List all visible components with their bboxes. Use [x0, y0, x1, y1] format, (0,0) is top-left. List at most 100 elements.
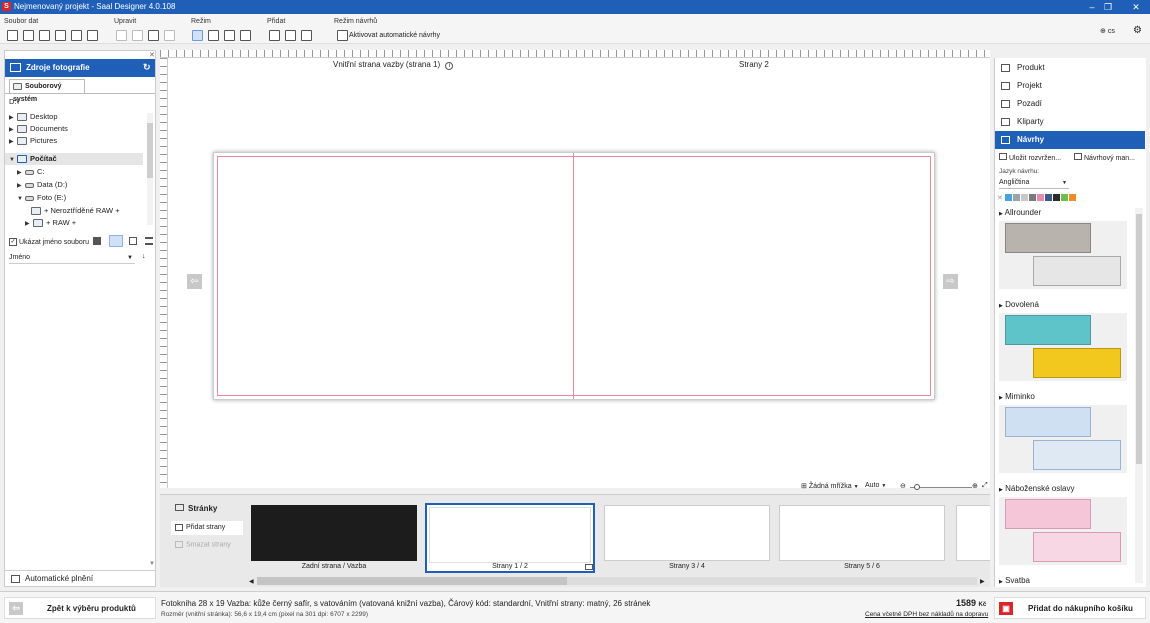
sort-direction-icon[interactable]: ↓	[142, 253, 146, 260]
paste-icon[interactable]	[164, 30, 175, 41]
open-folder-icon[interactable]	[23, 30, 34, 41]
zoom-out-icon[interactable]: ⊖	[900, 482, 906, 490]
pan-hand-icon[interactable]	[208, 30, 219, 41]
view-medium-icon[interactable]	[109, 235, 123, 247]
nav-background[interactable]: Pozadí	[995, 95, 1145, 113]
page-thumb-5-6[interactable]	[779, 505, 945, 561]
color-swatch[interactable]	[1069, 194, 1076, 201]
strip-scroll-right-icon[interactable]: ▶	[980, 578, 985, 585]
view-large-icon[interactable]	[93, 237, 101, 245]
nav-project[interactable]: Projekt	[995, 77, 1145, 95]
color-swatch[interactable]	[1045, 194, 1052, 201]
tree-item-raw[interactable]: ▶ + RAW +	[25, 217, 76, 229]
color-swatch[interactable]	[1021, 194, 1028, 201]
show-filename-checkbox[interactable]: ✓	[9, 238, 17, 246]
template-language-select[interactable]: Angličtina ▼	[999, 177, 1069, 189]
color-swatch[interactable]	[1037, 194, 1044, 201]
tree-scrollbar[interactable]	[147, 113, 153, 225]
tree-item-drive-c[interactable]: ▶ C:	[17, 166, 45, 178]
template-preview[interactable]	[999, 497, 1127, 565]
nav-product[interactable]: Produkt	[995, 59, 1145, 77]
settings-gear-icon[interactable]: ⚙	[1133, 25, 1142, 36]
tree-item-computer[interactable]: ▼ Počítač	[5, 153, 143, 165]
print-icon[interactable]	[87, 30, 98, 41]
strip-scrollbar[interactable]	[257, 577, 977, 585]
zoom-select[interactable]: Auto ▼	[865, 482, 886, 489]
view-small-icon[interactable]	[129, 237, 137, 245]
next-page-arrow-icon[interactable]: ⇨	[943, 274, 958, 289]
category-baby[interactable]: ▶ Miminko	[995, 391, 1132, 479]
tree-scroll-thumb[interactable]	[147, 123, 153, 178]
page-thumb-cover[interactable]	[251, 505, 417, 561]
template-preview[interactable]	[999, 313, 1127, 381]
tree-item-pictures[interactable]: ▶ Pictures	[9, 135, 57, 147]
add-photo-frame-icon[interactable]	[269, 30, 280, 41]
strip-scroll-thumb[interactable]	[257, 577, 567, 585]
category-wedding[interactable]: ▶ Svatba	[995, 575, 1132, 587]
category-religious[interactable]: ▶ Náboženské oslavy	[995, 483, 1132, 571]
undo-icon[interactable]	[116, 30, 127, 41]
auto-templates-icon[interactable]	[337, 30, 348, 41]
fit-screen-icon[interactable]: ⤢	[982, 482, 988, 490]
restore-button[interactable]: ❐	[1101, 1, 1115, 13]
save-layout-button[interactable]: Uložit rozvržen...	[999, 153, 1061, 162]
templates-scrollbar[interactable]	[1135, 208, 1143, 583]
template-manager-button[interactable]: Návrhový man...	[1074, 153, 1135, 162]
delete-pages-button[interactable]: Smazat strany	[175, 541, 231, 548]
category-vacation[interactable]: ▶ Dovolená	[995, 299, 1132, 387]
template-preview[interactable]	[999, 221, 1127, 289]
copy-icon[interactable]	[148, 30, 159, 41]
prev-page-arrow-icon[interactable]: ⇦	[187, 274, 202, 289]
redo-icon[interactable]	[132, 30, 143, 41]
nav-cliparts[interactable]: Kliparty	[995, 113, 1145, 131]
add-pages-button[interactable]: Přidat strany	[171, 521, 243, 535]
tree-item-documents[interactable]: ▶ Documents	[9, 123, 68, 135]
save-icon[interactable]	[39, 30, 50, 41]
category-allrounder[interactable]: ▶ Allrounder	[995, 207, 1132, 295]
new-file-icon[interactable]	[7, 30, 18, 41]
clear-color-filter-icon[interactable]: ✕	[997, 194, 1003, 202]
panel-close-icon[interactable]: ✕	[149, 51, 155, 59]
tab-file-system[interactable]: Souborový systém	[9, 79, 85, 103]
refresh-icon[interactable]: ↻	[143, 62, 151, 73]
page-thumb-3-4[interactable]	[604, 505, 770, 561]
autofill-button[interactable]: Automatické plnění	[5, 570, 155, 586]
tree-item-drive-d[interactable]: ▶ Data (D:)	[17, 179, 67, 191]
add-to-cart-button[interactable]: ▣ Přidat do nákupního košíku	[994, 597, 1146, 619]
price-note-link[interactable]: Cena včetně DPH bez nákladů na dopravu	[865, 611, 988, 618]
add-clipart-icon[interactable]	[285, 30, 296, 41]
language-selector[interactable]: ⊕ cs	[1100, 27, 1115, 35]
tree-item-drive-e[interactable]: ▼ Foto (E:)	[17, 192, 66, 204]
info-icon[interactable]: i	[445, 62, 454, 70]
templates-scroll-thumb[interactable]	[1136, 214, 1142, 464]
scroll-down-icon[interactable]: ▼	[149, 561, 155, 567]
nav-templates[interactable]: Návrhy	[995, 131, 1145, 149]
zoom-in-icon[interactable]: ⊕	[972, 482, 978, 490]
close-button[interactable]: ✕	[1129, 1, 1143, 13]
export-icon[interactable]	[71, 30, 82, 41]
grid-toggle[interactable]: ⊞ Žádná mřížka ▼	[801, 482, 859, 490]
view-list-icon[interactable]	[145, 237, 153, 245]
zoom-slider-thumb[interactable]	[914, 484, 920, 490]
back-to-products-button[interactable]: ⇦ Zpět k výběru produktů	[4, 597, 156, 619]
sort-select[interactable]: Jméno ▼	[9, 252, 135, 264]
select-pointer-icon[interactable]	[192, 30, 203, 41]
template-preview[interactable]	[999, 405, 1127, 473]
minimize-button[interactable]: –	[1085, 1, 1099, 13]
save-as-icon[interactable]	[55, 30, 66, 41]
preview-eye-icon[interactable]	[240, 30, 251, 41]
pages-title: Stránky	[175, 504, 217, 513]
tree-item-unsorted-raw[interactable]: + Neroztříděné RAW +	[31, 205, 120, 217]
add-text-icon[interactable]	[301, 30, 312, 41]
color-swatch[interactable]	[1029, 194, 1036, 201]
color-swatch[interactable]	[1005, 194, 1012, 201]
tree-item-desktop[interactable]: ▶ Desktop	[9, 111, 58, 123]
page-thumb-next[interactable]	[956, 505, 990, 561]
color-swatch[interactable]	[1061, 194, 1068, 201]
zoom-icon[interactable]	[224, 30, 235, 41]
color-swatch[interactable]	[1013, 194, 1020, 201]
strip-scroll-left-icon[interactable]: ◀	[249, 578, 254, 585]
auto-templates-label[interactable]: Aktivovat automatické návrhy	[349, 32, 440, 39]
page-spread[interactable]	[213, 152, 935, 400]
color-swatch[interactable]	[1053, 194, 1060, 201]
